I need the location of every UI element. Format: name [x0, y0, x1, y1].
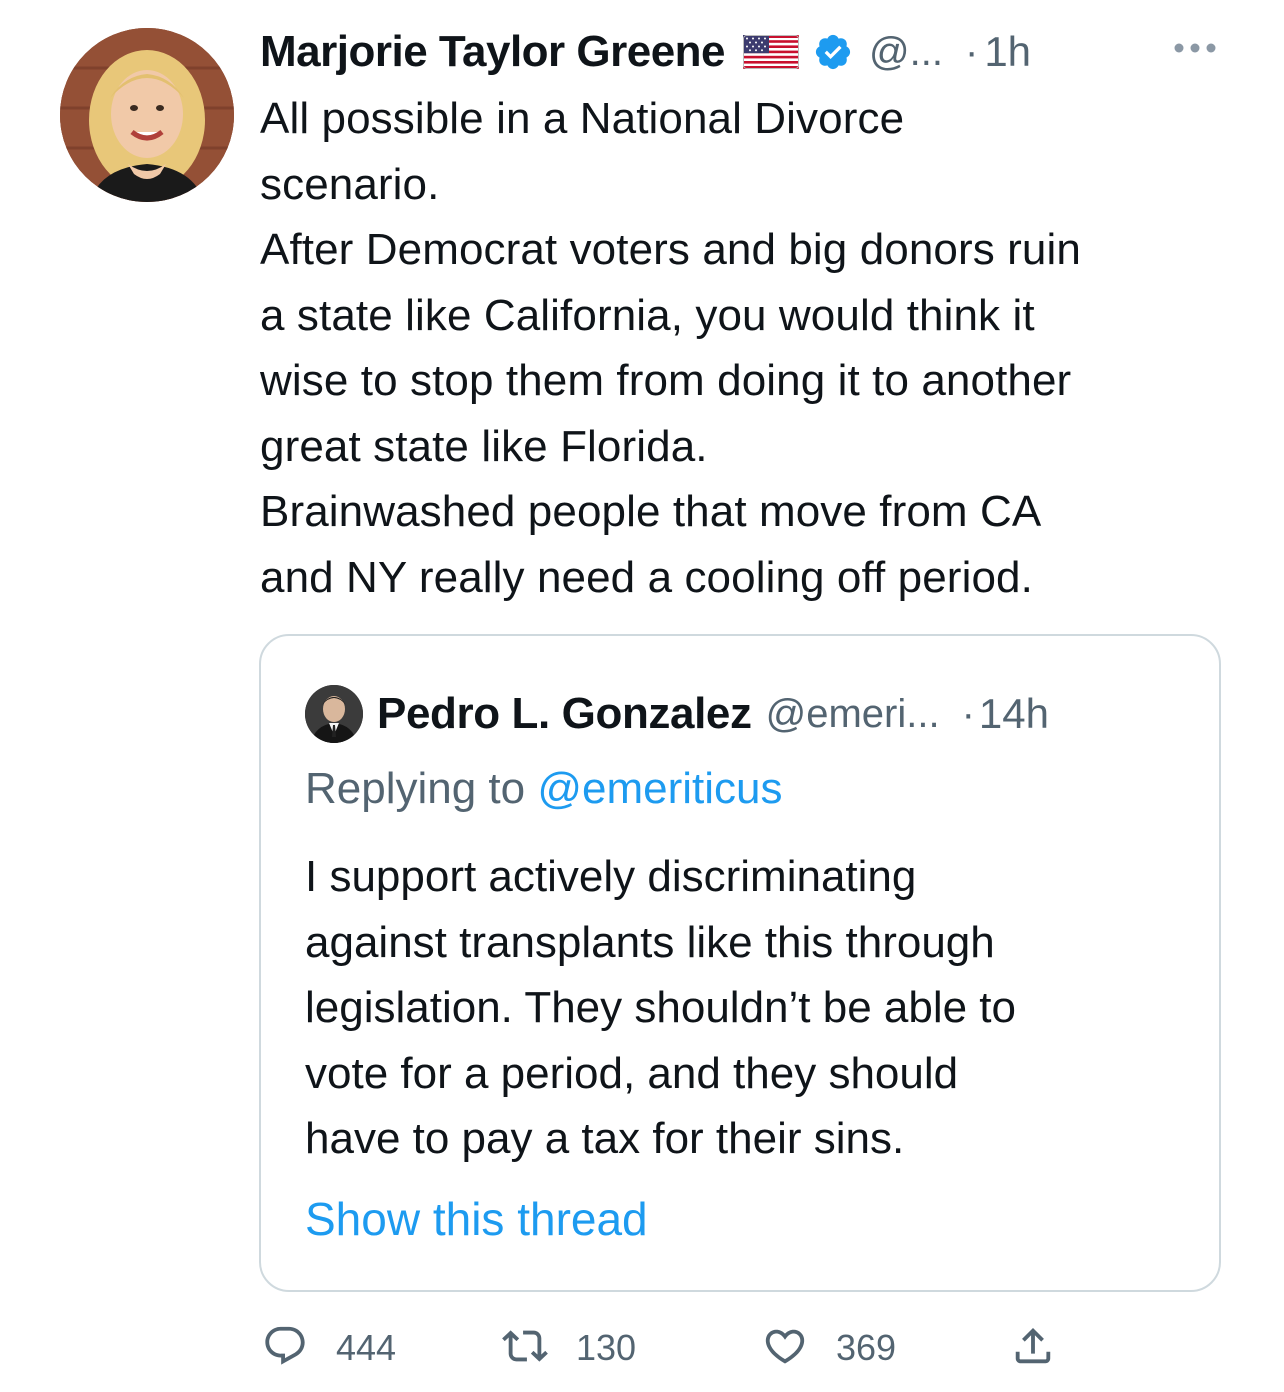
quoted-tweet-card[interactable]: Pedro L. Gonzalez @emeri... · 14h Replyi…	[259, 634, 1221, 1292]
replying-to-label: Replying to	[305, 764, 538, 813]
quoted-author-name[interactable]: Pedro L. Gonzalez	[377, 689, 752, 739]
more-options-icon[interactable]	[1170, 36, 1220, 60]
tweet-text: All possible in a National Divorce scena…	[260, 94, 1081, 602]
reply-button[interactable]: 444	[262, 1318, 396, 1378]
us-flag-emoji	[743, 35, 800, 69]
like-button[interactable]: 369	[762, 1318, 896, 1378]
quoted-tweet-header: Pedro L. Gonzalez @emeri... · 14h	[305, 684, 1049, 744]
tweet-header: Marjorie Taylor Greene @... · 1h	[260, 22, 1031, 82]
author-handle[interactable]: @...	[869, 30, 943, 75]
quoted-tweet-timestamp: 14h	[978, 690, 1049, 737]
quoted-time-separator: ·	[961, 691, 975, 736]
verified-badge-icon	[813, 32, 853, 72]
retweet-count: 130	[576, 1327, 637, 1368]
time-separator: ·	[964, 29, 979, 74]
quoted-author-avatar[interactable]	[305, 685, 363, 743]
replying-to-line: Replying to @emeriticus	[305, 764, 783, 814]
reply-icon	[262, 1323, 308, 1374]
show-thread-link[interactable]: Show this thread	[305, 1192, 648, 1246]
replying-to-handle-link[interactable]: @emeriticus	[537, 764, 782, 813]
share-button[interactable]	[1010, 1318, 1056, 1378]
tweet-action-bar: 444 130 369	[262, 1318, 1092, 1378]
reply-count: 444	[336, 1327, 397, 1368]
retweet-button[interactable]: 130	[502, 1318, 636, 1378]
like-icon	[762, 1323, 808, 1374]
tweet-timestamp[interactable]: 1h	[984, 28, 1031, 76]
share-icon	[1010, 1323, 1056, 1374]
quoted-author-handle[interactable]: @emeri...	[766, 692, 940, 737]
quoted-tweet-text: I support actively discriminating agains…	[305, 852, 1017, 1163]
author-avatar[interactable]	[60, 28, 234, 202]
like-count: 369	[836, 1327, 897, 1368]
retweet-icon	[502, 1323, 548, 1374]
author-name[interactable]: Marjorie Taylor Greene	[260, 27, 726, 77]
